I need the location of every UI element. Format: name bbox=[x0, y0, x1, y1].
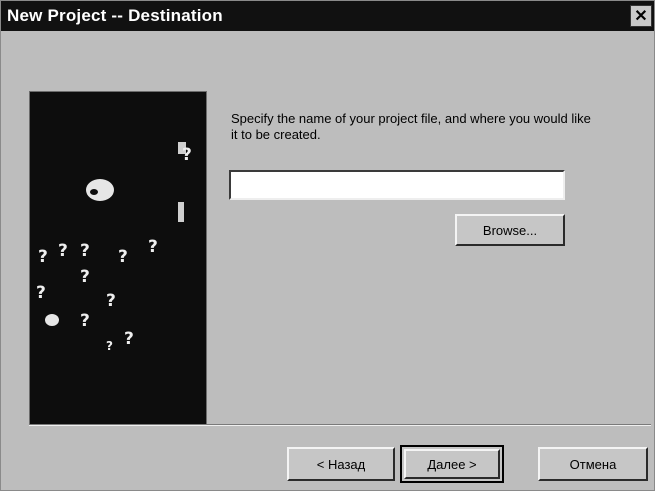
back-label: < Назад bbox=[316, 456, 366, 472]
divider bbox=[29, 424, 651, 426]
instruction-text: Specify the name of your project file, a… bbox=[231, 111, 591, 142]
question-mark-glyph: ? bbox=[80, 241, 90, 261]
question-mark-glyph: ? bbox=[80, 267, 90, 287]
question-marks-illustration-icon: ? ? ? ? ? ? ? ? ? ? ? ? bbox=[36, 142, 192, 353]
browse-label: Browse... bbox=[482, 222, 538, 238]
question-mark-glyph: ? bbox=[58, 241, 68, 261]
browse-button[interactable]: Browse... bbox=[455, 214, 565, 246]
question-mark-glyph: ? bbox=[80, 311, 90, 331]
dialog-body: ? ? ? ? ? ? ? ? ? ? ? ? Specify the name… bbox=[1, 31, 654, 490]
close-icon: ✕ bbox=[634, 8, 648, 25]
question-mark-glyph: ? bbox=[148, 237, 158, 257]
wizard-illustration: ? ? ? ? ? ? ? ? ? ? ? ? bbox=[29, 91, 207, 425]
cancel-label: Отмена bbox=[569, 456, 617, 472]
window-title: New Project -- Destination bbox=[7, 6, 223, 25]
creature-shape bbox=[86, 179, 114, 201]
cancel-button[interactable]: Отмена bbox=[538, 447, 648, 481]
question-mark-glyph: ? bbox=[38, 247, 48, 267]
question-mark-glyph: ? bbox=[118, 247, 128, 267]
project-name-input[interactable] bbox=[229, 170, 565, 200]
title-bar[interactable]: New Project -- Destination ✕ bbox=[1, 1, 654, 31]
close-button[interactable]: ✕ bbox=[630, 5, 652, 27]
question-mark-glyph: ? bbox=[124, 329, 134, 349]
next-button-face: Далее > bbox=[404, 449, 500, 479]
question-mark-glyph: ? bbox=[36, 283, 46, 303]
question-mark-glyph: ? bbox=[182, 145, 192, 165]
question-mark-glyph: ? bbox=[106, 339, 113, 353]
next-button[interactable]: Далее > bbox=[400, 445, 504, 483]
new-project-dialog: New Project -- Destination ✕ ? ? ? ? ? ?… bbox=[0, 0, 655, 491]
small-creature-shape bbox=[45, 314, 59, 326]
small-shape bbox=[178, 202, 184, 222]
back-button[interactable]: < Назад bbox=[287, 447, 395, 481]
question-mark-glyph: ? bbox=[106, 291, 116, 311]
next-label: Далее > bbox=[427, 456, 477, 472]
